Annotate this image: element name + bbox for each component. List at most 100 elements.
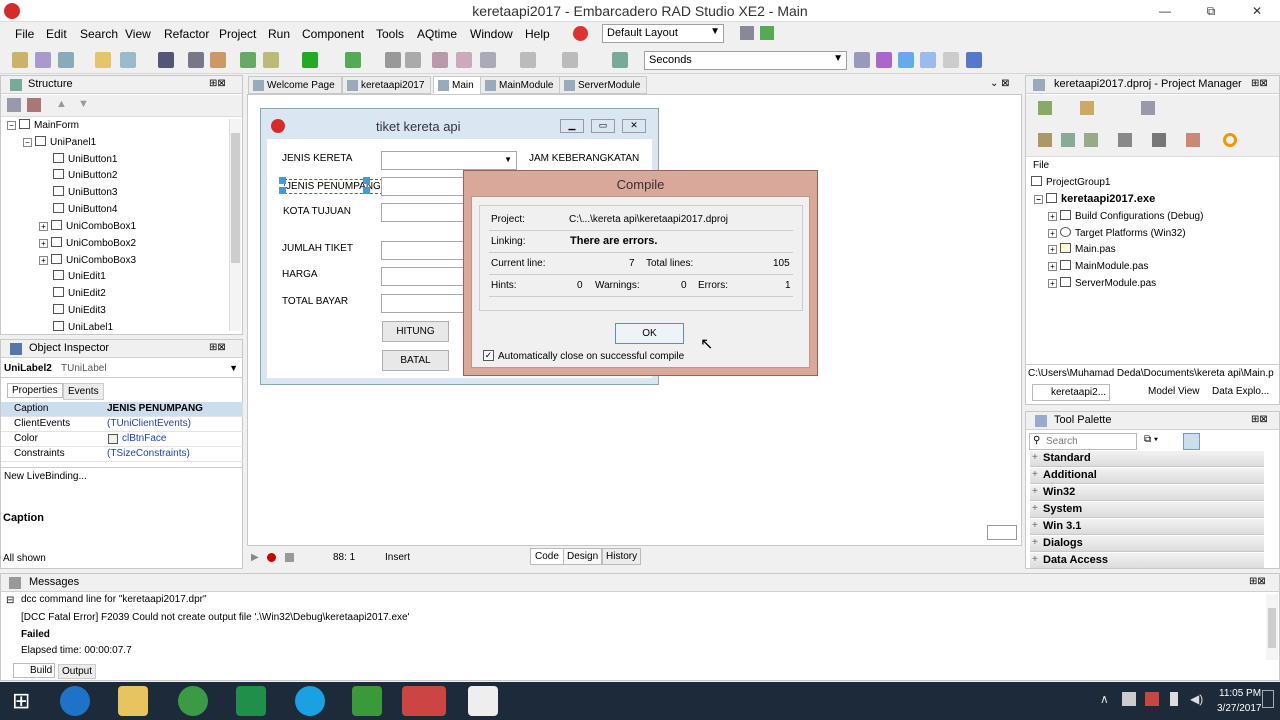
globe-icon[interactable] [898,52,914,68]
clock-time[interactable]: 11:05 PM [1219,688,1261,699]
structure-filter-icon[interactable] [27,98,41,112]
message-line[interactable]: Elapsed time: 00:00:07.7 [21,645,132,656]
form-maximize-icon[interactable]: ▭ [591,119,615,133]
restore-icon[interactable]: ⧉ [1188,0,1234,22]
tab-build[interactable]: Build [13,663,56,678]
stop-icon[interactable] [285,553,294,562]
tree-item[interactable]: + MainModule.pas [1048,260,1148,272]
tab-project-tree[interactable]: keretaapi2... [1032,384,1111,401]
view-icon[interactable] [1141,101,1155,115]
tray-chevron-icon[interactable]: ∧ [1100,692,1109,706]
ok-button[interactable]: OK [615,323,684,344]
tab-properties[interactable]: Properties [7,383,63,398]
property-row[interactable]: Constraints (TSizeConstraints) [1,447,243,462]
sort-icon[interactable] [1118,133,1132,147]
tree-item[interactable]: + UniComboBox1 [39,220,136,232]
notifications-icon[interactable] [1262,690,1274,708]
designer-guide-icon[interactable] [987,525,1017,540]
tree-item[interactable]: − UniPanel1 [23,136,96,148]
combo-jenis-kereta[interactable]: ▼ [381,151,517,170]
tab-mainmodule[interactable]: MainModule [480,76,561,94]
tab-main[interactable]: Main [433,76,481,94]
label-kota-tujuan[interactable]: KOTA TUJUAN [283,206,351,217]
menu-help[interactable]: Help [525,27,550,41]
close-file-icon[interactable] [210,52,226,68]
tab-servermodule[interactable]: ServerModule [559,76,648,94]
network-icon[interactable] [1145,692,1159,706]
tree-item[interactable]: + UniComboBox3 [39,254,136,266]
combo-kota-tujuan[interactable] [381,203,471,222]
palette-category[interactable]: Additional [1030,468,1264,484]
new-icon[interactable] [12,52,28,68]
palette-filter-icon[interactable]: ⧉ ▾ [1144,434,1158,445]
file-explorer-icon[interactable] [118,686,148,716]
step-over-icon[interactable] [456,52,472,68]
tab-welcome[interactable]: Welcome Page [248,76,342,94]
selection-handle[interactable] [279,177,286,184]
selection-handle[interactable] [363,177,370,184]
save-all-icon[interactable] [188,52,204,68]
message-line[interactable]: dcc command line for "keretaapi2017.dpr" [21,594,207,605]
build-icon[interactable] [1152,133,1166,147]
new-livebinding-link[interactable]: New LiveBinding... [1,467,242,485]
tree-item[interactable]: UniButton3 [53,186,117,198]
tree-item[interactable]: UniLabel1 [53,321,113,333]
debug-run-icon[interactable] [345,52,361,68]
pin-icon[interactable]: ⊞⊠ [1251,414,1268,425]
label-total-bayar[interactable]: TOTAL BAYAR [282,296,348,307]
edit-total-bayar[interactable] [381,294,471,313]
battery-icon[interactable] [1170,692,1178,706]
deploy-icon[interactable] [1186,133,1200,147]
tree-item[interactable]: UniButton1 [53,153,117,165]
tree-item[interactable]: + Target Platforms (Win32) [1048,227,1186,239]
tree-item[interactable]: UniEdit2 [53,287,106,299]
forward-icon[interactable] [562,52,578,68]
palette-category[interactable]: Dialogs [1030,536,1264,552]
layout-combo[interactable]: Default Layout ▼ [602,24,724,43]
tree-item[interactable]: + UniComboBox2 [39,237,136,249]
pin-icon[interactable]: ⊞⊠ [209,78,226,89]
pin-icon[interactable]: ⊞⊠ [209,342,226,353]
tab-output[interactable]: Output [58,664,97,679]
form-close-icon[interactable]: ✕ [622,119,646,133]
label-jam-keberangkatan[interactable]: JAM KEBERANGKATAN [529,153,639,164]
selection-handle[interactable] [279,187,286,194]
internet-explorer-icon[interactable] [60,686,90,716]
property-row[interactable]: Caption JENIS PENUMPANG [1,402,243,417]
autoclose-checkbox[interactable]: ✓ [483,350,494,361]
new-items-icon[interactable] [35,52,51,68]
tray-app-icon[interactable] [1122,692,1136,706]
menu-component[interactable]: Component [302,27,364,41]
menu-refactor[interactable]: Refactor [164,27,209,41]
settings-icon[interactable] [920,52,936,68]
selection-handle[interactable] [363,187,370,194]
results-icon[interactable] [854,52,870,68]
reopen-icon[interactable] [120,52,136,68]
run-layout-icon[interactable] [760,26,774,40]
tab-controls-icon[interactable]: ⌄ ⊠ [990,78,1010,89]
structure-scrollbar[interactable] [229,119,241,331]
menu-view[interactable]: View [125,27,151,41]
windows-start-icon[interactable]: ⊞ [12,690,30,712]
volume-icon[interactable]: ◀) [1190,692,1203,706]
tree-item[interactable]: UniButton4 [53,203,117,215]
tree-item[interactable]: UniEdit1 [53,270,106,282]
tab-data-explorer[interactable]: Data Explo... [1198,386,1269,397]
profile-icon[interactable] [612,52,628,68]
skype-icon[interactable] [295,686,325,716]
tree-item[interactable]: ProjectGroup1 [1031,176,1110,188]
tab-code[interactable]: Code [530,548,564,565]
units-combo[interactable]: Seconds ▼ [644,51,847,70]
new-project-icon[interactable] [1080,101,1094,115]
pause-icon[interactable] [385,52,401,68]
tab-history[interactable]: History [602,548,642,565]
form-minimize-icon[interactable]: ▁ [560,119,584,133]
add-file-icon[interactable] [240,52,256,68]
batal-button[interactable]: BATAL [382,350,449,371]
refresh-icon[interactable] [1223,133,1237,147]
open-icon[interactable] [95,52,111,68]
clock-date[interactable]: 3/27/2017 [1217,703,1262,714]
menu-aqtime[interactable]: AQtime [417,27,457,41]
analyze-icon[interactable] [876,52,892,68]
trace-into-icon[interactable] [432,52,448,68]
